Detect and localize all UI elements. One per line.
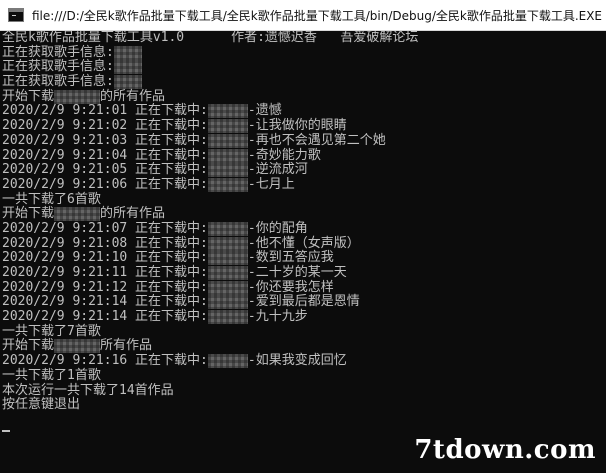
- line-suffix: -九十九步: [247, 309, 308, 325]
- line-text: 正在获取歌手信息:: [2, 59, 114, 75]
- line-text: 2020/2/9 9:21:16 正在下载中:: [2, 353, 208, 369]
- console-line: 2020/2/9 9:21:10 正在下载中: -数到五答应我: [0, 250, 606, 266]
- title-bar[interactable]: file:///D:/全民k歌作品批量下载工具/全民k歌作品批量下载工具/bin…: [0, 0, 606, 31]
- redacted-name-mosaic: [54, 339, 101, 354]
- line-text: 2020/2/9 9:21:02 正在下载中:: [2, 118, 208, 134]
- line-text: 2020/2/9 9:21:08 正在下载中:: [2, 235, 208, 251]
- console-line: 2020/2/9 9:21:04 正在下载中: -奇妙能力歌: [0, 147, 606, 164]
- line-text: 开始下载: [2, 206, 55, 222]
- line-suffix: -如果我变成回忆: [247, 353, 347, 369]
- redacted-name-mosaic: [113, 45, 142, 60]
- line-text: 全民k歌作品批量下载工具v1.0 作者:遗憾迟香 吾爱破解论坛: [2, 31, 419, 45]
- redacted-name-mosaic: [207, 133, 248, 148]
- console-line: 2020/2/9 9:21:14 正在下载中: -九十九步: [0, 309, 606, 325]
- console-line: 2020/2/9 9:21:16 正在下载中: -如果我变成回忆: [0, 353, 606, 369]
- redacted-name-mosaic: [207, 119, 248, 134]
- console-line: 开始下载 的所有作品: [0, 88, 606, 105]
- line-suffix: -数到五答应我: [247, 250, 334, 266]
- line-suffix: -七月上: [247, 176, 295, 192]
- window-title: file:///D:/全民k歌作品批量下载工具/全民k歌作品批量下载工具/bin…: [32, 8, 603, 23]
- line-text: 2020/2/9 9:21:14 正在下载中:: [2, 294, 208, 310]
- console-line: 正在获取歌手信息:: [0, 60, 606, 75]
- line-suffix: -二十岁的某一天: [247, 265, 347, 280]
- console-line: 开始下载 的所有作品: [0, 206, 606, 222]
- line-text: 正在获取歌手信息:: [2, 74, 114, 90]
- line-suffix: -你的配角: [247, 220, 308, 236]
- redacted-name-mosaic: [207, 177, 248, 192]
- line-suffix: -爱到最后都是恩情: [247, 294, 360, 310]
- line-suffix: 的所有作品: [100, 88, 166, 104]
- redacted-name-mosaic: [113, 60, 142, 75]
- console-line: 一共下载了6首歌: [0, 191, 606, 208]
- line-suffix: -遗憾: [247, 103, 282, 119]
- line-text: 2020/2/9 9:21:11 正在下载中:: [2, 265, 208, 280]
- console-line: 按任意键退出: [0, 397, 606, 413]
- line-text: 2020/2/9 9:21:12 正在下载中:: [2, 279, 208, 295]
- redacted-name-mosaic: [207, 354, 248, 369]
- line-text: 2020/2/9 9:21:14 正在下载中:: [2, 309, 208, 325]
- console-line: 本次运行一共下载了14首作品: [0, 382, 606, 399]
- console-line: 2020/2/9 9:21:06 正在下载中: -七月上: [0, 176, 606, 193]
- console-line: 全民k歌作品批量下载工具v1.0 作者:遗憾迟香 吾爱破解论坛: [0, 31, 606, 46]
- console-line: 正在获取歌手信息:: [0, 74, 606, 90]
- line-text: 2020/2/9 9:21:07 正在下载中:: [2, 220, 208, 236]
- line-suffix: -他不懂（女声版）: [247, 235, 360, 251]
- line-suffix: 所有作品: [100, 338, 153, 354]
- line-suffix: -再也不会遇见第二个她: [247, 132, 386, 148]
- line-text: 2020/2/9 9:21:05 正在下载中:: [2, 162, 208, 178]
- line-text: 开始下载: [2, 88, 55, 104]
- line-text: 2020/2/9 9:21:04 正在下载中:: [2, 147, 208, 163]
- line-text: 正在获取歌手信息:: [2, 44, 114, 60]
- redacted-name-mosaic: [207, 310, 248, 325]
- redacted-name-mosaic: [207, 104, 248, 119]
- line-text: 一共下载了6首歌: [2, 191, 101, 207]
- console-window-icon[interactable]: [8, 8, 24, 22]
- redacted-name-mosaic: [54, 207, 101, 222]
- console-line: 2020/2/9 9:21:07 正在下载中: -你的配角: [0, 220, 606, 237]
- site-watermark: 7tdown.com: [414, 435, 596, 465]
- line-text: 2020/2/9 9:21:01 正在下载中:: [2, 103, 208, 119]
- redacted-name-mosaic: [113, 75, 142, 90]
- redacted-name-mosaic: [207, 251, 248, 266]
- console-line: 一共下载了1首歌: [0, 367, 606, 384]
- line-text: 按任意键退出: [2, 397, 81, 413]
- line-text: 一共下载了1首歌: [2, 367, 101, 383]
- line-suffix: -你还要我怎样: [247, 279, 334, 295]
- line-text: 本次运行一共下载了14首作品: [2, 382, 174, 398]
- redacted-name-mosaic: [207, 148, 248, 163]
- line-text: 2020/2/9 9:21:03 正在下载中:: [2, 132, 208, 148]
- redacted-name-mosaic: [207, 295, 248, 310]
- line-text: 2020/2/9 9:21:06 正在下载中:: [2, 176, 208, 192]
- line-text: 2020/2/9 9:21:10 正在下载中:: [2, 250, 208, 266]
- console-line: 2020/2/9 9:21:05 正在下载中: -逆流成河: [0, 162, 606, 178]
- console-line: 2020/2/9 9:21:14 正在下载中: -爱到最后都是恩情: [0, 295, 606, 310]
- redacted-name-mosaic: [207, 221, 248, 236]
- redacted-name-mosaic: [207, 163, 248, 178]
- console-line: 2020/2/9 9:21:12 正在下载中: -你还要我怎样: [0, 279, 606, 296]
- text-cursor: [2, 430, 10, 432]
- redacted-name-mosaic: [207, 236, 248, 251]
- console-line: 2020/2/9 9:21:01 正在下载中: -遗憾: [0, 104, 606, 119]
- line-text: 开始下载: [2, 338, 55, 354]
- redacted-name-mosaic: [207, 266, 248, 280]
- line-suffix: -让我做你的眼睛: [247, 118, 347, 134]
- redacted-name-mosaic: [207, 280, 248, 295]
- console-line: 一共下载了7首歌: [0, 323, 606, 340]
- line-suffix: -逆流成河: [247, 162, 308, 178]
- console-line: 开始下载 所有作品: [0, 339, 606, 354]
- console-window: file:///D:/全民k歌作品批量下载工具/全民k歌作品批量下载工具/bin…: [0, 0, 606, 473]
- line-suffix: 的所有作品: [100, 206, 166, 222]
- console-line: 2020/2/9 9:21:11 正在下载中: -二十岁的某一天: [0, 265, 606, 281]
- console-line: 2020/2/9 9:21:03 正在下载中: -再也不会遇见第二个她: [0, 132, 606, 149]
- line-text: 一共下载了7首歌: [2, 323, 101, 339]
- line-suffix: -奇妙能力歌: [247, 147, 321, 163]
- console-line: 2020/2/9 9:21:02 正在下载中: -让我做你的眼睛: [0, 118, 606, 134]
- redacted-name-mosaic: [54, 89, 101, 104]
- console-output[interactable]: 全民k歌作品批量下载工具v1.0 作者:遗憾迟香 吾爱破解论坛 正在获取歌手信息:…: [0, 31, 606, 473]
